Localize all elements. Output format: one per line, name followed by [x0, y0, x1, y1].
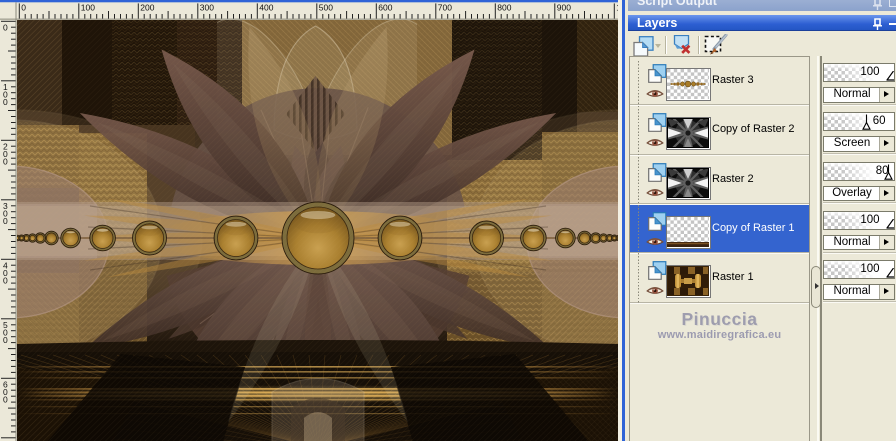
svg-text:700: 700 — [438, 3, 452, 13]
svg-text:200: 200 — [140, 3, 154, 13]
svg-text:400: 400 — [259, 3, 273, 13]
svg-text:0: 0 — [3, 97, 8, 107]
svg-text:0: 0 — [3, 216, 8, 226]
svg-text:800: 800 — [497, 3, 511, 13]
svg-text:600: 600 — [378, 3, 392, 13]
svg-text:0: 0 — [3, 22, 8, 32]
svg-text:500: 500 — [319, 3, 333, 13]
svg-text:0: 0 — [3, 157, 8, 167]
svg-text:300: 300 — [200, 3, 214, 13]
svg-text:0: 0 — [21, 3, 26, 13]
svg-text:0: 0 — [3, 335, 8, 345]
svg-text:900: 900 — [557, 3, 571, 13]
svg-text:100: 100 — [81, 3, 95, 13]
svg-text:0: 0 — [3, 276, 8, 286]
svg-text:0: 0 — [3, 395, 8, 405]
